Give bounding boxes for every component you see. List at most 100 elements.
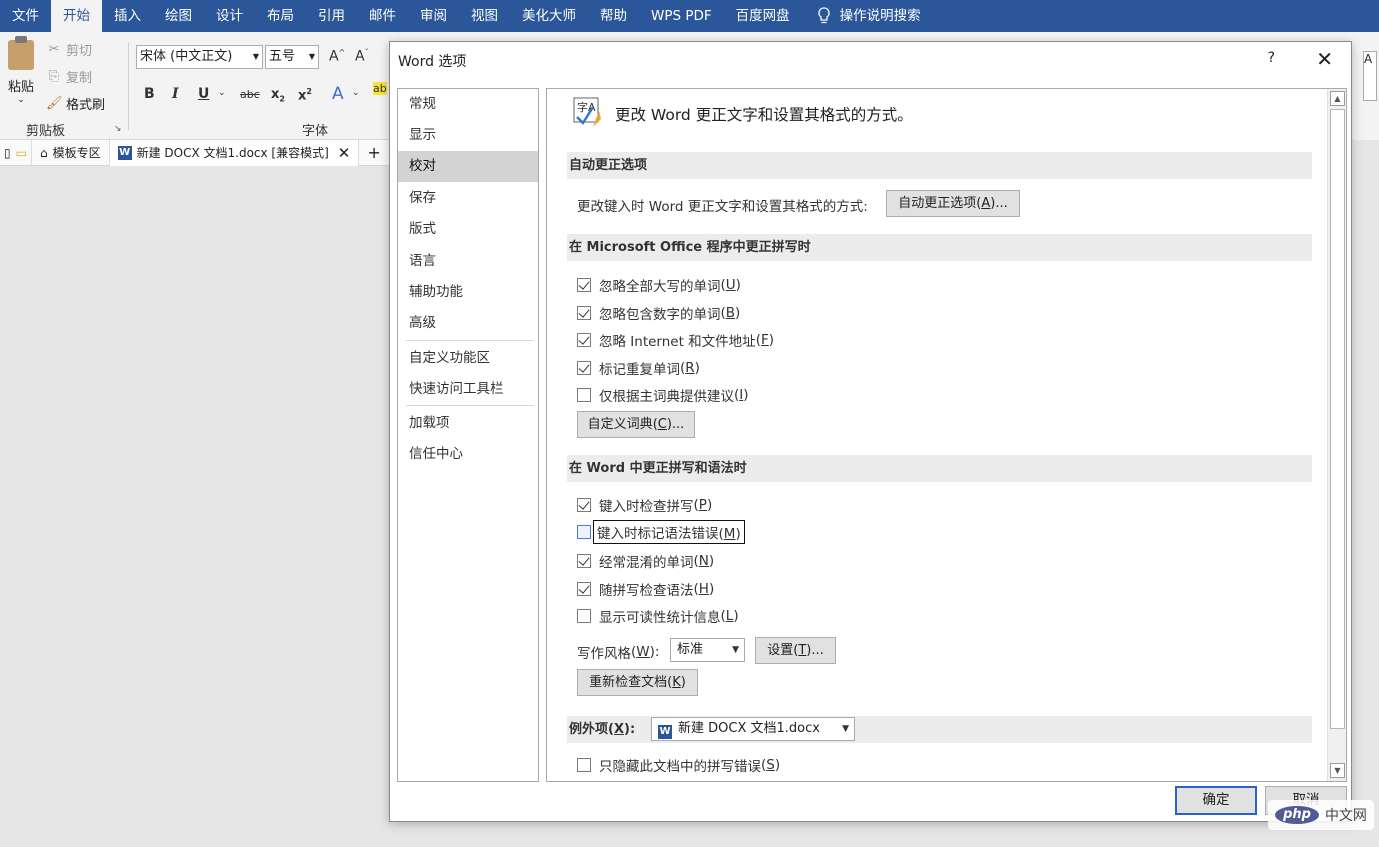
checkbox[interactable] — [577, 498, 591, 512]
chevron-down-icon[interactable]: ⌄ — [218, 88, 226, 98]
option-label: 键入时标记语法错误 — [597, 526, 719, 542]
option-flag-repeated-words[interactable]: 标记重复单词(R) — [577, 358, 700, 378]
tab-insert[interactable]: 插入 — [102, 0, 153, 32]
nav-item-quick-access-toolbar[interactable]: 快速访问工具栏 — [398, 374, 538, 405]
option-ignore-numbers[interactable]: 忽略包含数字的单词(B) — [577, 303, 740, 323]
option-ignore-uppercase[interactable]: 忽略全部大写的单词(U) — [577, 275, 741, 295]
ok-button[interactable]: 确定 — [1175, 786, 1257, 815]
nav-item-save[interactable]: 保存 — [398, 183, 538, 214]
folder-icon-button[interactable]: ▯ ▭ — [0, 139, 32, 166]
scroll-up-icon[interactable]: ▲ — [1330, 91, 1345, 106]
home-icon: ⌂ — [39, 145, 48, 160]
italic-icon[interactable]: I — [172, 86, 179, 102]
checkbox[interactable] — [577, 758, 591, 772]
text-effects-icon[interactable]: A — [332, 84, 344, 104]
checkbox[interactable] — [577, 306, 591, 320]
paintbrush-icon: 🖌 — [46, 96, 63, 111]
accesskey: I — [739, 387, 744, 403]
new-tab-plus-icon[interactable]: + — [359, 140, 388, 166]
nav-item-display[interactable]: 显示 — [398, 120, 538, 151]
checkbox[interactable] — [577, 554, 591, 568]
accesskey: C — [657, 417, 667, 432]
help-icon[interactable]: ? — [1268, 50, 1275, 66]
nav-item-customize-ribbon[interactable]: 自定义功能区 — [398, 343, 538, 374]
option-frequently-confused-words[interactable]: 经常混淆的单词(N) — [577, 551, 714, 571]
paste-button[interactable]: 粘贴 ⌄ — [4, 36, 38, 105]
tab-beautify[interactable]: 美化大师 — [510, 0, 588, 32]
option-check-spelling-as-you-type[interactable]: 键入时检查拼写(P) — [577, 495, 712, 515]
tab-draw[interactable]: 绘图 — [153, 0, 204, 32]
checkbox[interactable] — [577, 388, 591, 402]
font-name-combo[interactable]: 宋体 (中文正文) ▼ — [136, 45, 263, 69]
proofing-panel: 字A 更改 Word 更正文字和设置其格式的方式。 自动更正选项 更改键入时 W… — [546, 88, 1347, 782]
option-main-dictionary-only[interactable]: 仅根据主词典提供建议(I) — [577, 385, 749, 405]
format-painter-button[interactable]: 🖌 格式刷 — [46, 94, 105, 113]
writing-style-text: 写作风格 — [577, 646, 631, 662]
close-icon[interactable]: ✕ — [1316, 47, 1333, 71]
checkbox[interactable] — [577, 582, 591, 596]
option-label: 忽略 Internet 和文件地址 — [599, 334, 756, 350]
strikethrough-icon[interactable]: abc — [240, 88, 260, 101]
checkbox[interactable] — [577, 525, 591, 539]
checkbox[interactable] — [577, 361, 591, 375]
nav-item-proofing[interactable]: 校对 — [398, 151, 538, 182]
superscript-icon[interactable]: x2 — [298, 87, 312, 103]
tab-layout[interactable]: 布局 — [255, 0, 306, 32]
vertical-scrollbar[interactable]: ▲ ▼ — [1327, 89, 1346, 781]
tab-view[interactable]: 视图 — [459, 0, 510, 32]
scroll-down-icon[interactable]: ▼ — [1330, 763, 1345, 778]
tab-baidu-netdisk[interactable]: 百度网盘 — [724, 0, 802, 32]
tab-file[interactable]: 文件 — [0, 0, 51, 32]
writing-style-select[interactable]: 标准 ▼ — [670, 638, 745, 662]
accesskey: N — [698, 553, 709, 569]
custom-dictionaries-button[interactable]: 自定义词典(C)... — [577, 411, 695, 438]
tell-me-search[interactable]: 操作说明搜索 — [840, 0, 933, 32]
nav-item-trust-center[interactable]: 信任中心 — [398, 439, 538, 470]
chevron-down-icon[interactable]: ⌄ — [352, 88, 360, 98]
checkbox[interactable] — [577, 609, 591, 623]
underline-icon[interactable]: U — [198, 86, 209, 102]
tab-review[interactable]: 审阅 — [408, 0, 459, 32]
nav-item-accessibility[interactable]: 辅助功能 — [398, 277, 538, 308]
office-spelling-section-header: 在 Microsoft Office 程序中更正拼写时 — [567, 234, 1312, 261]
panel-header: 更改 Word 更正文字和设置其格式的方式。 — [615, 106, 913, 124]
nav-item-add-ins[interactable]: 加载项 — [398, 408, 538, 439]
tab-home[interactable]: 开始 — [51, 0, 102, 32]
checkbox[interactable] — [577, 278, 591, 292]
nav-item-advanced[interactable]: 高级 — [398, 308, 538, 339]
cut-button[interactable]: ✂ 剪切 — [46, 40, 92, 59]
scroll-thumb[interactable] — [1330, 109, 1345, 729]
tab-template-zone[interactable]: ⌂ 模板专区 — [32, 139, 110, 166]
lightbulb-icon — [818, 7, 830, 24]
bold-icon[interactable]: B — [144, 86, 155, 102]
close-icon[interactable]: ✕ — [338, 144, 351, 162]
option-hide-spelling-errors[interactable]: 只隐藏此文档中的拼写错误(S) — [577, 755, 780, 775]
exceptions-document-select[interactable]: W 新建 DOCX 文档1.docx ▼ — [651, 717, 855, 741]
option-readability-statistics[interactable]: 显示可读性统计信息(L) — [577, 606, 739, 626]
highlight-icon[interactable]: ab — [373, 82, 387, 95]
tab-wps-pdf[interactable]: WPS PDF — [639, 0, 724, 32]
checkbox[interactable] — [577, 333, 591, 347]
font-size-combo[interactable]: 五号 ▼ — [265, 45, 319, 69]
autocorrect-options-button[interactable]: 自动更正选项(A)... — [886, 190, 1020, 217]
tab-design[interactable]: 设计 — [204, 0, 255, 32]
font-name-value: 宋体 (中文正文) — [140, 49, 233, 64]
option-check-grammar-with-spelling[interactable]: 随拼写检查语法(H) — [577, 579, 714, 599]
copy-button[interactable]: ⎘ 复制 — [46, 67, 92, 86]
subscript-icon[interactable]: x2 — [271, 87, 285, 104]
option-ignore-internet-addresses[interactable]: 忽略 Internet 和文件地址(F) — [577, 330, 774, 350]
writing-style-settings-button[interactable]: 设置(T)... — [755, 637, 836, 664]
tab-document[interactable]: W 新建 DOCX 文档1.docx [兼容模式] ✕ — [109, 139, 360, 166]
tab-references[interactable]: 引用 — [306, 0, 357, 32]
option-mark-grammar-errors[interactable]: 键入时标记语法错误(M) — [577, 520, 745, 544]
nav-item-general[interactable]: 常规 — [398, 89, 538, 120]
nav-item-typography[interactable]: 版式 — [398, 214, 538, 245]
nav-item-language[interactable]: 语言 — [398, 246, 538, 277]
dialog-launcher-icon[interactable]: ↘ — [114, 124, 122, 134]
grow-font-icon[interactable]: A^ — [329, 48, 345, 65]
recheck-document-button[interactable]: 重新检查文档(K) — [577, 669, 698, 696]
ribbon-tab-bar: 文件 开始 插入 绘图 设计 布局 引用 邮件 审阅 视图 美化大师 帮助 WP… — [0, 0, 1379, 32]
shrink-font-icon[interactable]: Aˇ — [355, 48, 369, 65]
tab-help[interactable]: 帮助 — [588, 0, 639, 32]
tab-mailings[interactable]: 邮件 — [357, 0, 408, 32]
